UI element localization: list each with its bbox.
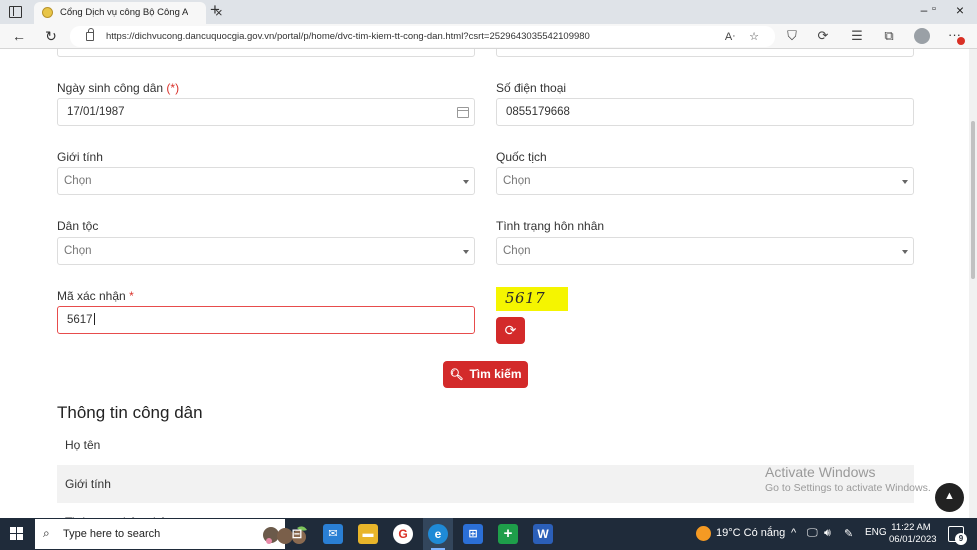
page-content: Ngày sinh công dân (*) 17/01/1987 Số điệ… [0, 49, 969, 518]
dob-value: 17/01/1987 [67, 106, 125, 118]
nationality-label: Quốc tịch [496, 150, 547, 164]
taskbar-search-box[interactable]: ⌕ Type here to search [35, 519, 307, 549]
lock-icon [86, 28, 94, 41]
windows-taskbar: ⌕ Type here to search ⊟ ✉ ▬ G e ⊞ + W 19… [0, 518, 977, 550]
page-scrollbar[interactable] [969, 49, 977, 518]
new-tab-icon[interactable]: + [210, 0, 226, 20]
info-row-marital: Tình trạng hôn nhân [57, 503, 914, 518]
clock-time: 11:22 AM [891, 522, 931, 533]
section-title: Thông tin công dân [57, 403, 203, 422]
back-icon[interactable]: ← [10, 28, 28, 44]
address-bar[interactable]: https://dichvucong.dancuquocgia.gov.vn/p… [70, 26, 775, 47]
gender-label: Giới tính [57, 150, 103, 164]
profile-avatar[interactable] [914, 28, 930, 44]
url-text: https://dichvucong.dancuquocgia.gov.vn/p… [106, 31, 590, 42]
captcha-image: 5617 [496, 287, 568, 311]
info-row-name: Họ tên [65, 438, 101, 452]
ethnicity-label: Dân tộc [57, 219, 99, 233]
dob-input[interactable]: 17/01/1987 [57, 98, 475, 126]
word-icon[interactable]: W [533, 524, 553, 544]
phone-label: Số điện thoại [496, 81, 567, 95]
search-icon: 🔍︎ [449, 369, 464, 381]
search-button[interactable]: 🔍︎ Tìm kiếm [443, 361, 528, 388]
captcha-input[interactable]: 5617 [57, 306, 475, 334]
scroll-to-top-button[interactable]: ▲ [935, 483, 964, 512]
taskbar-search-placeholder: Type here to search [63, 528, 161, 540]
chevron-down-icon [902, 180, 908, 184]
taskbar-clock[interactable]: 11:22 AM 06/01/2023 [889, 522, 937, 546]
pen-icon[interactable]: ✎ [844, 527, 853, 540]
dob-required-mark: (*) [166, 81, 180, 95]
marital-label: Tình trạng hôn nhân [496, 219, 605, 233]
nationality-select[interactable]: Chọn [496, 167, 914, 195]
activate-windows-watermark: Activate Windows Go to Settings to activ… [765, 464, 931, 494]
network-icon[interactable]: 🖵︎ [807, 527, 818, 540]
file-explorer-icon[interactable]: ▬ [358, 524, 378, 544]
maximize-icon[interactable]: ▫ [926, 3, 942, 15]
search-button-label: Tìm kiếm [469, 367, 522, 381]
browser-tab-bar: Cổng Dịch vụ công Bộ Công An × + – [0, 0, 977, 24]
refresh-icon: ⟳ [504, 322, 517, 338]
gender-select[interactable]: Chọn [57, 167, 475, 195]
shield-icon[interactable]: ⛉ [783, 28, 801, 44]
sheets-icon[interactable]: + [498, 524, 518, 544]
phone-input[interactable]: 0855179668 [496, 98, 914, 126]
favorites-icon[interactable]: ☰ [848, 28, 866, 44]
chevron-down-icon [463, 180, 469, 184]
scrollbar-thumb[interactable] [971, 121, 975, 279]
chevron-down-icon [902, 250, 908, 254]
tab-title: Cổng Dịch vụ công Bộ Công An [60, 7, 188, 18]
captcha-label: Mã xác nhận * [57, 289, 134, 303]
watermark-line-1: Activate Windows [765, 464, 876, 480]
weather-sun-icon [696, 526, 711, 541]
chrome-icon[interactable]: G [393, 524, 413, 544]
refresh-captcha-button[interactable]: ⟳ [496, 317, 525, 344]
edge-icon[interactable]: e [428, 524, 448, 544]
captcha-value: 5617 [67, 314, 93, 326]
ethnicity-selected: Chọn [64, 245, 92, 257]
marital-select[interactable]: Chọn [496, 237, 914, 265]
notification-count: 9 [955, 533, 967, 545]
volume-icon[interactable]: 🔊︎ [824, 527, 831, 540]
update-badge [957, 37, 965, 45]
read-aloud-icon[interactable]: Aᐧ [722, 30, 738, 43]
tray-chevron-up-icon[interactable]: ^ [791, 527, 796, 539]
chevron-down-icon [463, 250, 469, 254]
watermark-line-2: Go to Settings to activate Windows. [765, 482, 931, 494]
phone-value: 0855179668 [506, 106, 570, 118]
store-icon[interactable]: ⊞ [463, 524, 483, 544]
gender-selected: Chọn [64, 175, 92, 187]
ethnicity-select[interactable]: Chọn [57, 237, 475, 265]
captcha-required-mark: * [129, 289, 134, 303]
search-icon: ⌕ [43, 526, 50, 540]
collections-icon[interactable]: ⧉ [880, 28, 898, 44]
chevron-up-icon: ▲ [944, 490, 955, 502]
browser-tab[interactable]: Cổng Dịch vụ công Bộ Công An × [34, 2, 223, 24]
text-cursor [93, 313, 95, 325]
calendar-icon[interactable] [457, 107, 469, 118]
previous-input-left[interactable] [57, 49, 475, 57]
extensions-icon[interactable]: ⟳ [814, 28, 832, 44]
weather-text[interactable]: 19°C Có nắng [716, 527, 785, 539]
task-view-icon[interactable]: ⊟ [287, 524, 307, 544]
clock-date: 06/01/2023 [889, 534, 937, 545]
dob-label: Ngày sinh công dân (*) [57, 81, 180, 95]
tab-actions-icon[interactable] [6, 4, 24, 20]
language-indicator[interactable]: ENG [865, 527, 887, 538]
favorite-add-icon[interactable]: ☆ [746, 30, 762, 43]
nationality-selected: Chọn [503, 175, 531, 187]
site-favicon-icon [42, 7, 53, 18]
previous-input-right[interactable] [496, 49, 914, 57]
close-window-icon[interactable]: × [952, 2, 968, 18]
refresh-page-icon[interactable]: ↻ [42, 28, 60, 45]
mail-icon[interactable]: ✉ [323, 524, 343, 544]
windows-start-icon[interactable] [10, 527, 24, 541]
marital-selected: Chọn [503, 245, 531, 257]
